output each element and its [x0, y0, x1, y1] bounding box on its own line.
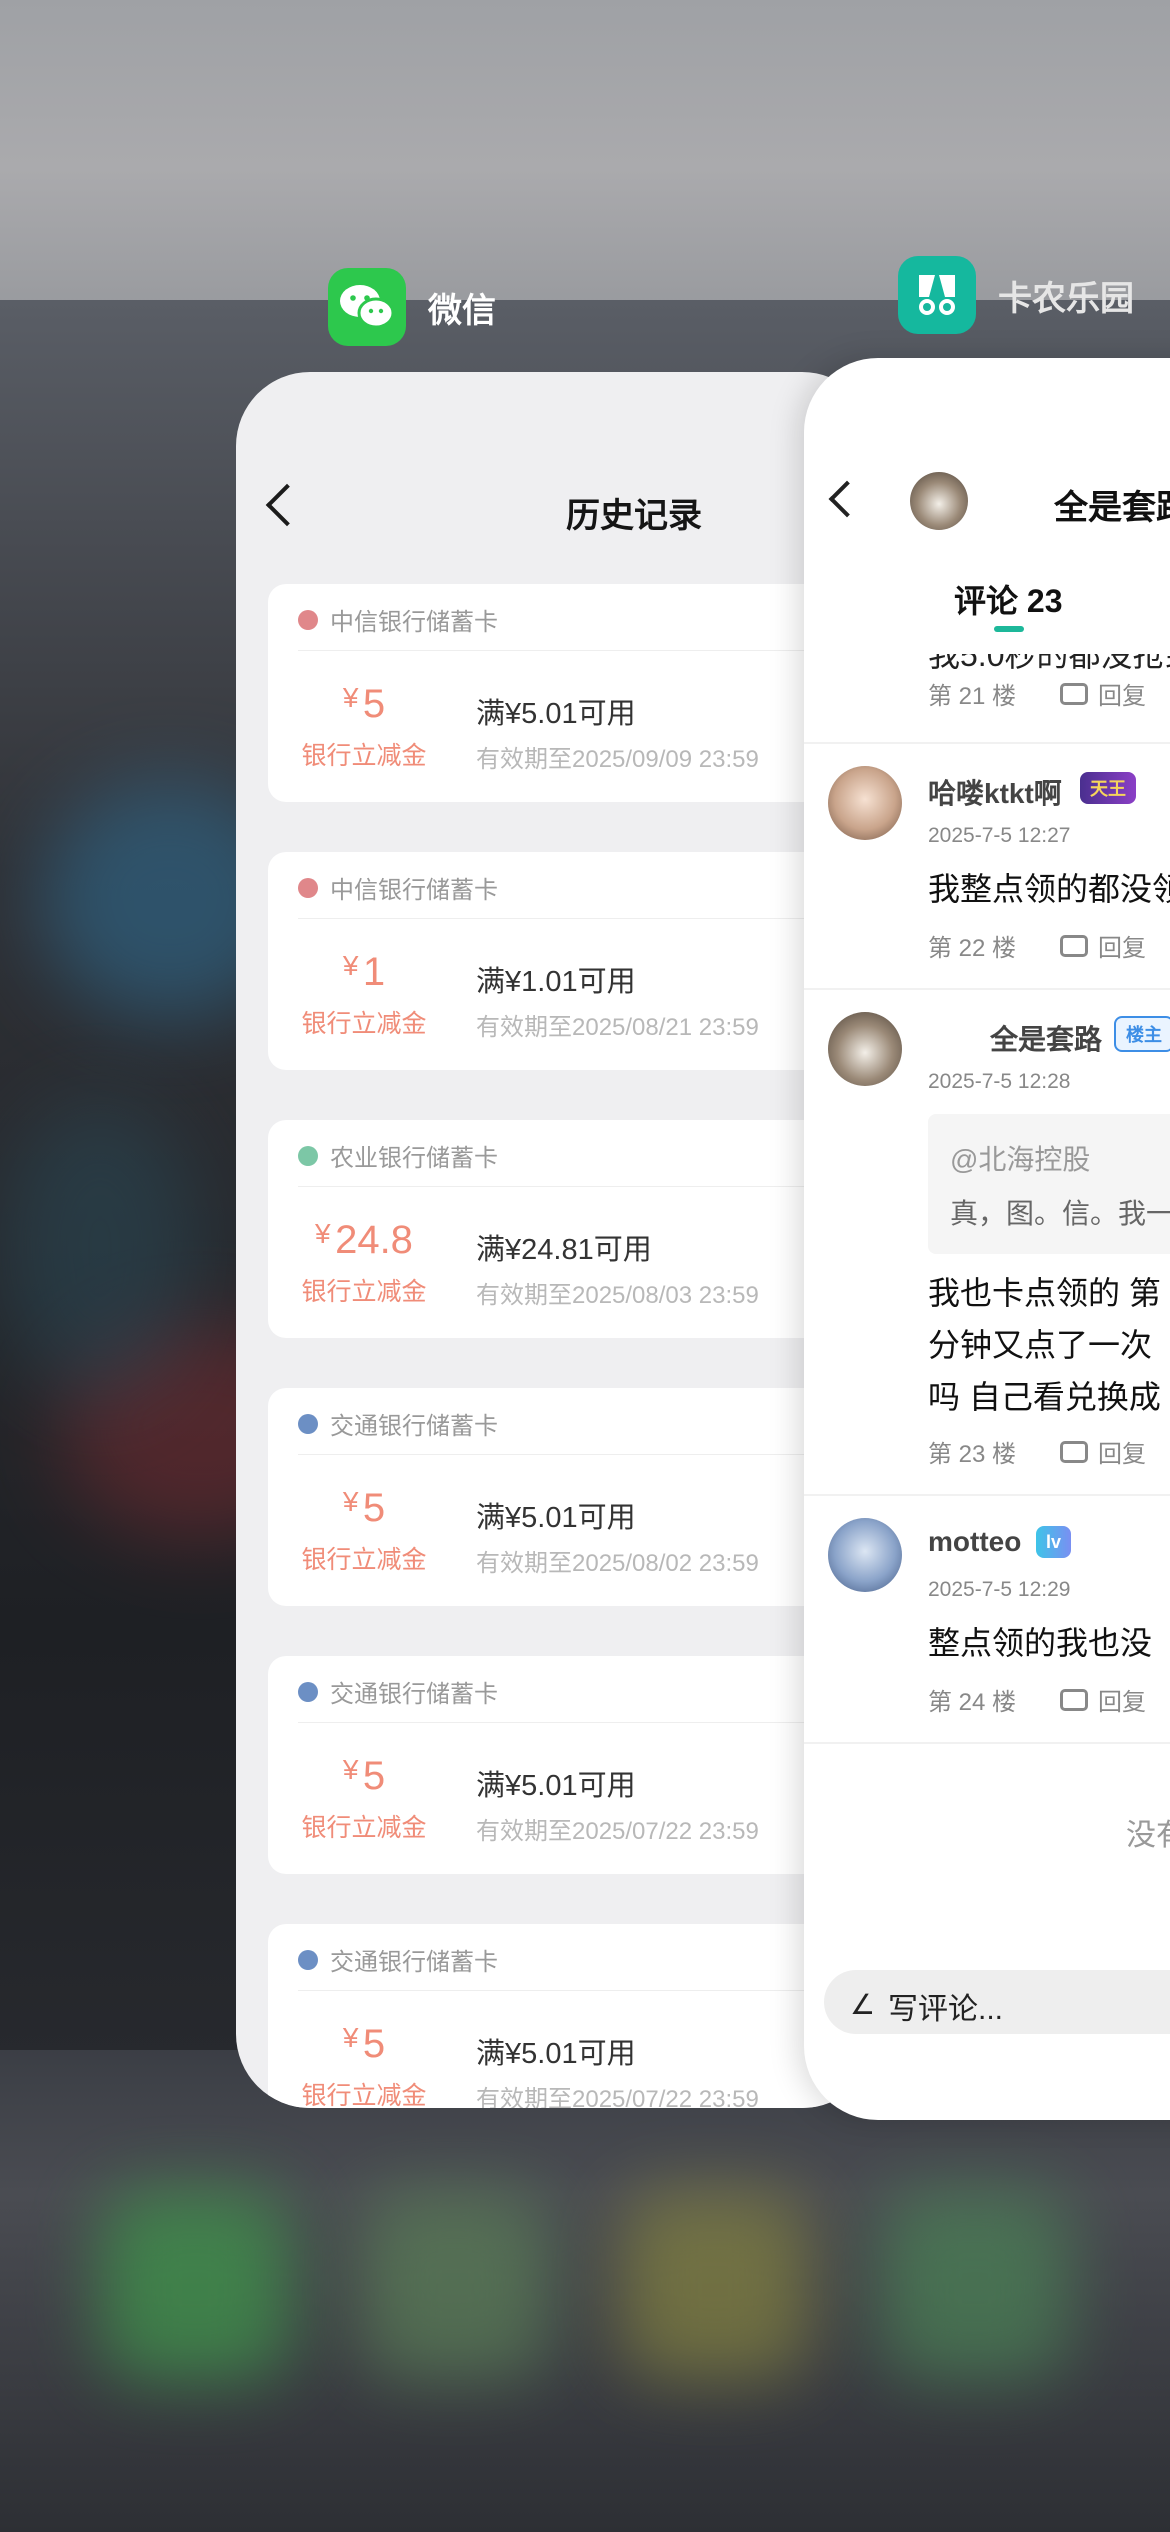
avatar[interactable]	[828, 766, 902, 840]
coupon-condition: 满¥1.01可用	[476, 966, 636, 998]
coupon-card[interactable]: 交通银行储蓄卡 ¥ 5 银行立减金 满¥5.01可用 有效期至2025/07/2…	[268, 1924, 868, 2108]
coupon-validity: 有效期至2025/09/09 23:59	[476, 746, 759, 773]
tab-indicator	[994, 626, 1024, 632]
coupon-card[interactable]: 交通银行储蓄卡 ¥ 5 银行立减金 满¥5.01可用 有效期至2025/08/0…	[268, 1388, 868, 1606]
quote-text: 真，图。信。我一点	[950, 1198, 1170, 1229]
wechat-app-card[interactable]: 历史记录 中信银行储蓄卡 ¥ 5 银行立减金 满¥5.01可用 有效期至2025…	[236, 372, 876, 2108]
reply-button[interactable]: 回复	[1098, 928, 1146, 963]
coupon-condition: 满¥5.01可用	[476, 2038, 636, 2070]
kanong-logo-icon	[898, 256, 976, 334]
pen-icon: ∠	[850, 1989, 876, 2020]
coupon-type: 银行立减金	[301, 1278, 427, 1306]
avatar[interactable]	[828, 1012, 902, 1086]
comment-text: 我整点领的都没领到	[928, 871, 1170, 907]
comment-username[interactable]: motteo	[928, 1526, 1021, 1558]
coupon-condition: 满¥5.01可用	[476, 1770, 636, 1802]
comment-date: 2025-7-5 12:27	[928, 824, 1071, 847]
abc-bank-icon	[298, 1145, 318, 1166]
coupon-card[interactable]: 中信银行储蓄卡 ¥ 5 银行立减金 满¥5.01可用 有效期至2025/09/0…	[268, 584, 868, 802]
app-header-kanong[interactable]: 卡农乐园	[898, 256, 1134, 334]
nav-bar: 历史记录	[236, 472, 876, 558]
comment-text-line: 吗 自己看兑换成	[928, 1379, 1161, 1415]
comment-text: 整点领的我也没	[928, 1625, 1153, 1661]
floor-number: 第 22 楼	[928, 935, 1017, 962]
kanong-app-card[interactable]: 全是套路 评论 23 我5.0秒的都没抢到 第 21 楼 回复 哈喽ktkt啊 …	[804, 358, 1170, 2120]
coupon-card[interactable]: 农业银行储蓄卡 ¥ 24.8 银行立减金 满¥24.81可用 有效期至2025/…	[268, 1120, 868, 1338]
avatar[interactable]	[828, 1518, 902, 1592]
quote-username: @北海控股	[950, 1144, 1091, 1175]
coupon-validity: 有效期至2025/08/21 23:59	[476, 1014, 759, 1041]
coupon-validity: 有效期至2025/08/02 23:59	[476, 1550, 759, 1577]
comment-text: 我5.0秒的都没抢到	[928, 637, 1170, 673]
avatar[interactable]	[910, 472, 968, 530]
bank-name: 交通银行储蓄卡	[330, 1413, 498, 1440]
comment-footer: 第 23 楼 回复	[928, 1434, 1146, 1469]
app-header-wechat[interactable]: 微信	[328, 268, 496, 346]
app-name: 微信	[428, 291, 496, 330]
coupon-amount: ¥ 5	[342, 2022, 386, 2066]
comment-username[interactable]: 全是套路	[990, 1018, 1102, 1058]
back-chevron-icon[interactable]	[265, 483, 309, 527]
user-badge: 天王	[1080, 772, 1136, 804]
comment-input[interactable]: ∠ 写评论...	[824, 1970, 1170, 2034]
coupon-card[interactable]: 交通银行储蓄卡 ¥ 5 银行立减金 满¥5.01可用 有效期至2025/07/2…	[268, 1656, 868, 1874]
comment-footer: 第 21 楼 回复	[928, 676, 1146, 711]
coupon-amount: ¥ 5	[342, 682, 386, 726]
end-of-list-text: 没有	[1126, 1819, 1170, 1852]
bocom-bank-icon	[298, 1413, 318, 1434]
op-badge: 楼主	[1114, 1016, 1170, 1052]
comment-text-line: 我也卡点领的 第	[928, 1275, 1161, 1311]
citic-bank-icon	[298, 877, 318, 898]
reply-icon[interactable]	[1060, 682, 1089, 705]
bank-name: 交通银行储蓄卡	[330, 1949, 498, 1976]
coupon-type: 银行立减金	[301, 1010, 427, 1038]
quoted-comment[interactable]: @北海控股 真，图。信。我一点	[928, 1114, 1170, 1254]
comment-username[interactable]: 哈喽ktkt啊	[928, 772, 1062, 812]
coupon-type: 银行立减金	[301, 1814, 427, 1842]
coupon-condition: 满¥5.01可用	[476, 698, 636, 730]
coupon-card[interactable]: 中信银行储蓄卡 ¥ 1 银行立减金 满¥1.01可用 有效期至2025/08/2…	[268, 852, 868, 1070]
coupon-amount: ¥ 5	[342, 1486, 386, 1530]
coupon-type: 银行立减金	[301, 742, 427, 770]
reply-icon[interactable]	[1060, 1440, 1089, 1463]
reply-button[interactable]: 回复	[1098, 676, 1146, 711]
comment-date: 2025-7-5 12:28	[928, 1070, 1071, 1093]
reply-icon[interactable]	[1060, 934, 1089, 957]
reply-button[interactable]: 回复	[1098, 1682, 1146, 1717]
coupon-condition: 满¥5.01可用	[476, 1502, 636, 1534]
citic-bank-icon	[298, 609, 318, 630]
app-name: 卡农乐园	[998, 279, 1134, 318]
coupon-amount: ¥ 5	[342, 1754, 386, 1798]
tab-comments[interactable]: 评论 23	[954, 576, 1063, 622]
bank-name: 中信银行储蓄卡	[330, 877, 498, 904]
level-badge: lv	[1036, 1526, 1072, 1558]
floor-number: 第 21 楼	[928, 683, 1017, 710]
comment-footer: 第 24 楼 回复	[928, 1682, 1146, 1717]
floor-number: 第 24 楼	[928, 1689, 1017, 1716]
coupon-type: 银行立减金	[301, 2082, 427, 2108]
comment-footer: 第 22 楼 回复	[928, 928, 1146, 963]
back-chevron-icon[interactable]	[828, 480, 866, 518]
bank-name: 中信银行储蓄卡	[330, 609, 498, 636]
reply-icon[interactable]	[1060, 1688, 1089, 1711]
coupon-validity: 有效期至2025/07/22 23:59	[476, 2086, 759, 2108]
bank-name: 农业银行储蓄卡	[330, 1145, 498, 1172]
floor-number: 第 23 楼	[928, 1441, 1017, 1468]
bank-name: 交通银行储蓄卡	[330, 1681, 498, 1708]
page-title: 历史记录	[566, 497, 702, 535]
comment-text-line: 分钟又点了一次	[928, 1327, 1153, 1363]
reply-button[interactable]: 回复	[1098, 1434, 1146, 1469]
coupon-amount: ¥ 1	[342, 950, 386, 994]
post-title: 全是套路	[1054, 489, 1170, 527]
comment-date: 2025-7-5 12:29	[928, 1578, 1071, 1601]
bocom-bank-icon	[298, 1949, 318, 1970]
coupon-validity: 有效期至2025/07/22 23:59	[476, 1818, 759, 1845]
coupon-type: 银行立减金	[301, 1546, 427, 1574]
comment-input-placeholder: 写评论...	[888, 1993, 1004, 2026]
coupon-validity: 有效期至2025/08/03 23:59	[476, 1282, 759, 1309]
wechat-logo-icon	[328, 268, 406, 346]
coupon-amount: ¥ 24.8	[315, 1218, 413, 1262]
bocom-bank-icon	[298, 1681, 318, 1702]
coupon-condition: 满¥24.81可用	[476, 1234, 652, 1266]
